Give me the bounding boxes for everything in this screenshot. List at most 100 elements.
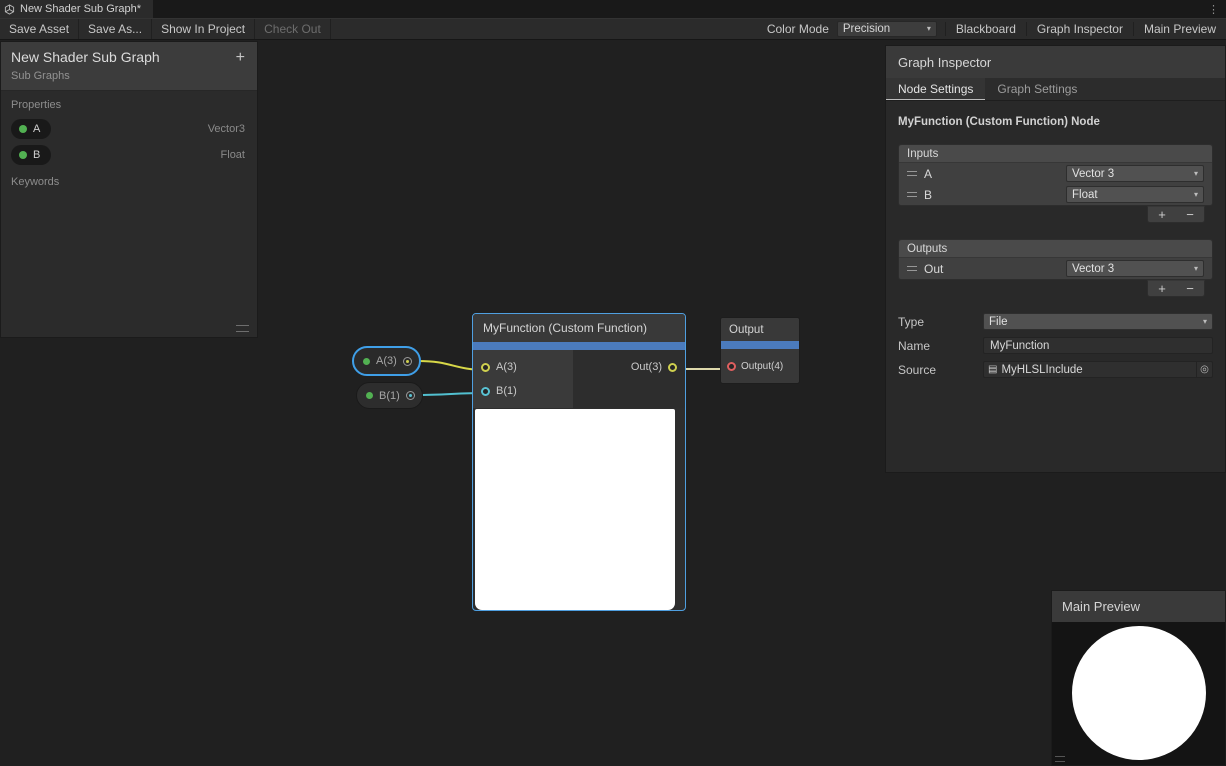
window-menu-icon[interactable]: ⋮ [1201,0,1226,18]
source-field-row: Source ▤ MyHLSLInclude ◎ [898,361,1213,378]
property-name: A [33,123,40,135]
exposed-dot-icon [366,392,373,399]
toolbar-right-group: Color Mode Precision ▾ Blackboard Graph … [759,19,1226,39]
remove-input-button[interactable]: − [1186,207,1194,222]
output-type-dropdown[interactable]: Vector 3 ▾ [1066,260,1204,277]
input-b-type-dropdown[interactable]: Float ▾ [1066,186,1204,203]
exposed-dot-icon [19,125,27,133]
input-port-icon[interactable] [727,362,736,371]
main-preview-title[interactable]: Main Preview [1052,591,1225,622]
outputs-list-header: Outputs [899,240,1212,258]
input-port-row-a: A(3) [473,355,573,379]
add-output-button[interactable]: + [1158,281,1166,296]
graph-inspector-toggle-button[interactable]: Graph Inspector [1026,22,1133,36]
custom-function-node[interactable]: MyFunction (Custom Function) A(3) B(1) O… [472,313,686,611]
inputs-list: Inputs A Vector 3 ▾ B Float ▾ [898,144,1213,206]
list-row-input-a[interactable]: A Vector 3 ▾ [899,163,1212,184]
outputs-list: Outputs Out Vector 3 ▾ [898,239,1213,280]
node-accent-strip [721,341,799,349]
source-object-name: MyHLSLInclude [1001,364,1196,376]
graph-inspector-panel: Graph Inspector Node Settings Graph Sett… [885,45,1226,473]
type-field-row: Type File ▾ [898,313,1213,330]
property-row-b[interactable]: B Float [1,142,257,168]
name-input[interactable]: MyFunction [983,337,1213,354]
dropdown-value: Vector 3 [1072,168,1114,180]
graph-property-node-b[interactable]: B(1) [356,382,423,409]
row-name: B [924,188,1059,202]
drag-handle-icon[interactable] [907,171,917,176]
property-node-label: A(3) [376,355,397,367]
dropdown-arrow-icon: ▾ [1203,318,1207,326]
property-name: B [33,149,40,161]
show-in-project-button[interactable]: Show In Project [152,19,255,39]
output-node[interactable]: Output Output(4) [720,317,800,384]
property-row-a[interactable]: A Vector3 [1,116,257,142]
input-a-type-dropdown[interactable]: Vector 3 ▾ [1066,165,1204,182]
blackboard-toggle-button[interactable]: Blackboard [945,22,1026,36]
color-mode-dropdown[interactable]: Precision ▾ [837,21,937,37]
outputs-list-footer: + − [898,280,1213,297]
properties-section-label: Properties [1,91,257,116]
source-field-label: Source [898,363,983,377]
output-port-label: Out(3) [631,361,662,373]
input-port-icon[interactable] [481,387,490,396]
drag-handle-icon[interactable] [907,266,917,271]
remove-output-button[interactable]: − [1186,281,1194,296]
drag-handle-icon[interactable] [907,192,917,197]
tab-node-settings[interactable]: Node Settings [886,78,985,100]
inspector-tabs: Node Settings Graph Settings [886,78,1225,101]
property-pill-b[interactable]: B [11,145,51,165]
blackboard-header[interactable]: New Shader Sub Graph Sub Graphs + [1,42,257,91]
dropdown-value: Float [1072,189,1098,201]
dropdown-arrow-icon: ▾ [1194,265,1198,273]
output-port-icon[interactable] [403,357,412,366]
input-port-label: B(1) [496,385,517,397]
dropdown-arrow-icon: ▾ [1194,191,1198,199]
property-pill-a[interactable]: A [11,119,51,139]
script-asset-icon: ▤ [988,364,997,375]
dropdown-arrow-icon: ▾ [927,25,931,33]
outputs-list-buttons: + − [1147,280,1205,297]
node-accent-strip [473,342,685,350]
input-port-row-b: B(1) [473,379,573,403]
type-dropdown[interactable]: File ▾ [983,313,1213,330]
node-title[interactable]: MyFunction (Custom Function) [473,314,685,342]
node-port-area: A(3) B(1) Out(3) [473,350,685,408]
input-port-icon[interactable] [481,363,490,372]
shader-graph-window: { "window": { "tab_title": "New Shader S… [0,0,1226,766]
source-object-field[interactable]: ▤ MyHLSLInclude ◎ [983,361,1213,378]
add-input-button[interactable]: + [1158,207,1166,222]
main-preview-panel: Main Preview [1051,590,1226,766]
window-tab-bar: New Shader Sub Graph* ⋮ [0,0,1226,18]
save-asset-button[interactable]: Save Asset [0,19,79,39]
window-tab[interactable]: New Shader Sub Graph* [0,0,153,18]
node-title[interactable]: Output [721,318,799,341]
preview-sphere [1072,626,1206,760]
add-property-button[interactable]: + [236,50,245,66]
inputs-list-footer: + − [898,206,1213,223]
graph-inspector-title[interactable]: Graph Inspector [886,46,1225,78]
unity-logo-icon [4,4,15,15]
graph-toolbar: Save Asset Save As... Show In Project Ch… [0,18,1226,40]
output-port-row: Out(3) [623,355,685,379]
preview-resize-handle[interactable] [1055,756,1065,762]
output-port-icon[interactable] [406,391,415,400]
save-as-button[interactable]: Save As... [79,19,152,39]
blackboard-panel: New Shader Sub Graph Sub Graphs + Proper… [0,41,258,338]
node-input-column: A(3) B(1) [473,350,573,408]
name-field-row: Name MyFunction [898,337,1213,354]
blackboard-resize-handle[interactable] [236,325,249,332]
main-preview-body[interactable] [1052,622,1225,765]
main-preview-toggle-button[interactable]: Main Preview [1133,22,1226,36]
list-row-input-b[interactable]: B Float ▾ [899,184,1212,205]
property-type: Vector3 [208,123,245,135]
check-out-button: Check Out [255,19,331,39]
object-picker-icon[interactable]: ◎ [1196,362,1212,377]
output-port-row: Output(4) [721,349,799,383]
list-row-output[interactable]: Out Vector 3 ▾ [899,258,1212,279]
inputs-list-header: Inputs [899,145,1212,163]
graph-property-node-a[interactable]: A(3) [352,346,421,376]
input-port-label: Output(4) [741,361,783,372]
output-port-icon[interactable] [668,363,677,372]
tab-graph-settings[interactable]: Graph Settings [985,78,1089,100]
